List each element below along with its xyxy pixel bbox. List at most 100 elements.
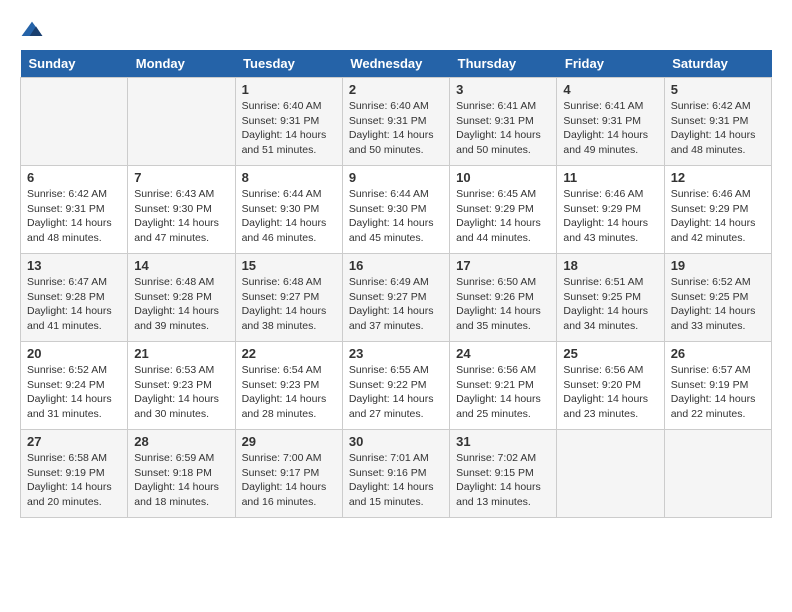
day-info: Sunrise: 6:50 AMSunset: 9:26 PMDaylight:… bbox=[456, 275, 550, 334]
day-info: Sunrise: 7:00 AMSunset: 9:17 PMDaylight:… bbox=[242, 451, 336, 510]
calendar-cell: 13 Sunrise: 6:47 AMSunset: 9:28 PMDayligh… bbox=[21, 254, 128, 342]
day-info: Sunrise: 6:42 AMSunset: 9:31 PMDaylight:… bbox=[671, 99, 765, 158]
calendar-cell: 11 Sunrise: 6:46 AMSunset: 9:29 PMDayligh… bbox=[557, 166, 664, 254]
day-info: Sunrise: 6:40 AMSunset: 9:31 PMDaylight:… bbox=[349, 99, 443, 158]
day-number: 10 bbox=[456, 170, 550, 185]
calendar-cell: 2 Sunrise: 6:40 AMSunset: 9:31 PMDaylight… bbox=[342, 78, 449, 166]
calendar-cell: 29 Sunrise: 7:00 AMSunset: 9:17 PMDayligh… bbox=[235, 430, 342, 518]
day-number: 16 bbox=[349, 258, 443, 273]
calendar-cell: 21 Sunrise: 6:53 AMSunset: 9:23 PMDayligh… bbox=[128, 342, 235, 430]
generalblue-logo-icon bbox=[20, 20, 44, 40]
day-number: 3 bbox=[456, 82, 550, 97]
day-info: Sunrise: 6:54 AMSunset: 9:23 PMDaylight:… bbox=[242, 363, 336, 422]
calendar-cell: 23 Sunrise: 6:55 AMSunset: 9:22 PMDayligh… bbox=[342, 342, 449, 430]
day-info: Sunrise: 6:51 AMSunset: 9:25 PMDaylight:… bbox=[563, 275, 657, 334]
calendar-cell bbox=[557, 430, 664, 518]
day-number: 4 bbox=[563, 82, 657, 97]
day-info: Sunrise: 6:56 AMSunset: 9:20 PMDaylight:… bbox=[563, 363, 657, 422]
day-number: 17 bbox=[456, 258, 550, 273]
calendar-cell bbox=[21, 78, 128, 166]
day-number: 29 bbox=[242, 434, 336, 449]
day-info: Sunrise: 7:02 AMSunset: 9:15 PMDaylight:… bbox=[456, 451, 550, 510]
day-info: Sunrise: 6:48 AMSunset: 9:27 PMDaylight:… bbox=[242, 275, 336, 334]
weekday-header-wednesday: Wednesday bbox=[342, 50, 449, 78]
weekday-header-saturday: Saturday bbox=[664, 50, 771, 78]
weekday-header-thursday: Thursday bbox=[450, 50, 557, 78]
calendar-cell: 7 Sunrise: 6:43 AMSunset: 9:30 PMDaylight… bbox=[128, 166, 235, 254]
day-number: 23 bbox=[349, 346, 443, 361]
day-number: 13 bbox=[27, 258, 121, 273]
day-number: 22 bbox=[242, 346, 336, 361]
calendar-cell: 27 Sunrise: 6:58 AMSunset: 9:19 PMDayligh… bbox=[21, 430, 128, 518]
calendar-cell: 31 Sunrise: 7:02 AMSunset: 9:15 PMDayligh… bbox=[450, 430, 557, 518]
day-info: Sunrise: 6:59 AMSunset: 9:18 PMDaylight:… bbox=[134, 451, 228, 510]
day-number: 2 bbox=[349, 82, 443, 97]
day-info: Sunrise: 6:41 AMSunset: 9:31 PMDaylight:… bbox=[456, 99, 550, 158]
calendar-cell: 28 Sunrise: 6:59 AMSunset: 9:18 PMDayligh… bbox=[128, 430, 235, 518]
day-info: Sunrise: 6:44 AMSunset: 9:30 PMDaylight:… bbox=[349, 187, 443, 246]
day-number: 14 bbox=[134, 258, 228, 273]
day-number: 12 bbox=[671, 170, 765, 185]
day-number: 6 bbox=[27, 170, 121, 185]
day-number: 19 bbox=[671, 258, 765, 273]
day-number: 8 bbox=[242, 170, 336, 185]
day-info: Sunrise: 6:44 AMSunset: 9:30 PMDaylight:… bbox=[242, 187, 336, 246]
calendar-cell: 8 Sunrise: 6:44 AMSunset: 9:30 PMDaylight… bbox=[235, 166, 342, 254]
logo bbox=[20, 20, 48, 40]
day-info: Sunrise: 6:52 AMSunset: 9:25 PMDaylight:… bbox=[671, 275, 765, 334]
day-info: Sunrise: 7:01 AMSunset: 9:16 PMDaylight:… bbox=[349, 451, 443, 510]
day-number: 21 bbox=[134, 346, 228, 361]
day-info: Sunrise: 6:43 AMSunset: 9:30 PMDaylight:… bbox=[134, 187, 228, 246]
day-info: Sunrise: 6:47 AMSunset: 9:28 PMDaylight:… bbox=[27, 275, 121, 334]
calendar-cell: 30 Sunrise: 7:01 AMSunset: 9:16 PMDayligh… bbox=[342, 430, 449, 518]
calendar-cell: 15 Sunrise: 6:48 AMSunset: 9:27 PMDayligh… bbox=[235, 254, 342, 342]
calendar-table: SundayMondayTuesdayWednesdayThursdayFrid… bbox=[20, 50, 772, 518]
day-info: Sunrise: 6:57 AMSunset: 9:19 PMDaylight:… bbox=[671, 363, 765, 422]
day-number: 11 bbox=[563, 170, 657, 185]
day-info: Sunrise: 6:46 AMSunset: 9:29 PMDaylight:… bbox=[563, 187, 657, 246]
calendar-cell: 19 Sunrise: 6:52 AMSunset: 9:25 PMDayligh… bbox=[664, 254, 771, 342]
day-number: 5 bbox=[671, 82, 765, 97]
calendar-cell bbox=[664, 430, 771, 518]
day-number: 9 bbox=[349, 170, 443, 185]
calendar-cell: 25 Sunrise: 6:56 AMSunset: 9:20 PMDayligh… bbox=[557, 342, 664, 430]
day-number: 25 bbox=[563, 346, 657, 361]
calendar-cell: 14Sunrise: 6:48 AMSunset: 9:28 PMDayligh… bbox=[128, 254, 235, 342]
day-number: 27 bbox=[27, 434, 121, 449]
day-info: Sunrise: 6:55 AMSunset: 9:22 PMDaylight:… bbox=[349, 363, 443, 422]
day-number: 26 bbox=[671, 346, 765, 361]
weekday-header-monday: Monday bbox=[128, 50, 235, 78]
calendar-cell: 22 Sunrise: 6:54 AMSunset: 9:23 PMDayligh… bbox=[235, 342, 342, 430]
day-number: 31 bbox=[456, 434, 550, 449]
calendar-cell: 20 Sunrise: 6:52 AMSunset: 9:24 PMDayligh… bbox=[21, 342, 128, 430]
calendar-cell: 18Sunrise: 6:51 AMSunset: 9:25 PMDayligh… bbox=[557, 254, 664, 342]
day-info: Sunrise: 6:45 AMSunset: 9:29 PMDaylight:… bbox=[456, 187, 550, 246]
day-info: Sunrise: 6:56 AMSunset: 9:21 PMDaylight:… bbox=[456, 363, 550, 422]
calendar-cell: 6Sunrise: 6:42 AMSunset: 9:31 PMDaylight… bbox=[21, 166, 128, 254]
day-number: 30 bbox=[349, 434, 443, 449]
calendar-cell: 3 Sunrise: 6:41 AMSunset: 9:31 PMDaylight… bbox=[450, 78, 557, 166]
day-info: Sunrise: 6:41 AMSunset: 9:31 PMDaylight:… bbox=[563, 99, 657, 158]
day-info: Sunrise: 6:52 AMSunset: 9:24 PMDaylight:… bbox=[27, 363, 121, 422]
calendar-cell: 5 Sunrise: 6:42 AMSunset: 9:31 PMDaylight… bbox=[664, 78, 771, 166]
calendar-cell: 1Sunrise: 6:40 AMSunset: 9:31 PMDaylight… bbox=[235, 78, 342, 166]
day-info: Sunrise: 6:53 AMSunset: 9:23 PMDaylight:… bbox=[134, 363, 228, 422]
calendar-cell: 16 Sunrise: 6:49 AMSunset: 9:27 PMDayligh… bbox=[342, 254, 449, 342]
day-number: 7 bbox=[134, 170, 228, 185]
calendar-cell: 24Sunrise: 6:56 AMSunset: 9:21 PMDayligh… bbox=[450, 342, 557, 430]
weekday-header-sunday: Sunday bbox=[21, 50, 128, 78]
calendar-cell: 4 Sunrise: 6:41 AMSunset: 9:31 PMDaylight… bbox=[557, 78, 664, 166]
weekday-header-tuesday: Tuesday bbox=[235, 50, 342, 78]
calendar-cell: 26 Sunrise: 6:57 AMSunset: 9:19 PMDayligh… bbox=[664, 342, 771, 430]
day-info: Sunrise: 6:49 AMSunset: 9:27 PMDaylight:… bbox=[349, 275, 443, 334]
calendar-cell: 17 Sunrise: 6:50 AMSunset: 9:26 PMDayligh… bbox=[450, 254, 557, 342]
day-number: 20 bbox=[27, 346, 121, 361]
day-number: 1 bbox=[242, 82, 336, 97]
calendar-cell bbox=[128, 78, 235, 166]
day-info: Sunrise: 6:58 AMSunset: 9:19 PMDaylight:… bbox=[27, 451, 121, 510]
calendar-cell: 12Sunrise: 6:46 AMSunset: 9:29 PMDayligh… bbox=[664, 166, 771, 254]
calendar-cell: 9 Sunrise: 6:44 AMSunset: 9:30 PMDaylight… bbox=[342, 166, 449, 254]
day-number: 15 bbox=[242, 258, 336, 273]
header bbox=[20, 20, 772, 40]
day-number: 28 bbox=[134, 434, 228, 449]
